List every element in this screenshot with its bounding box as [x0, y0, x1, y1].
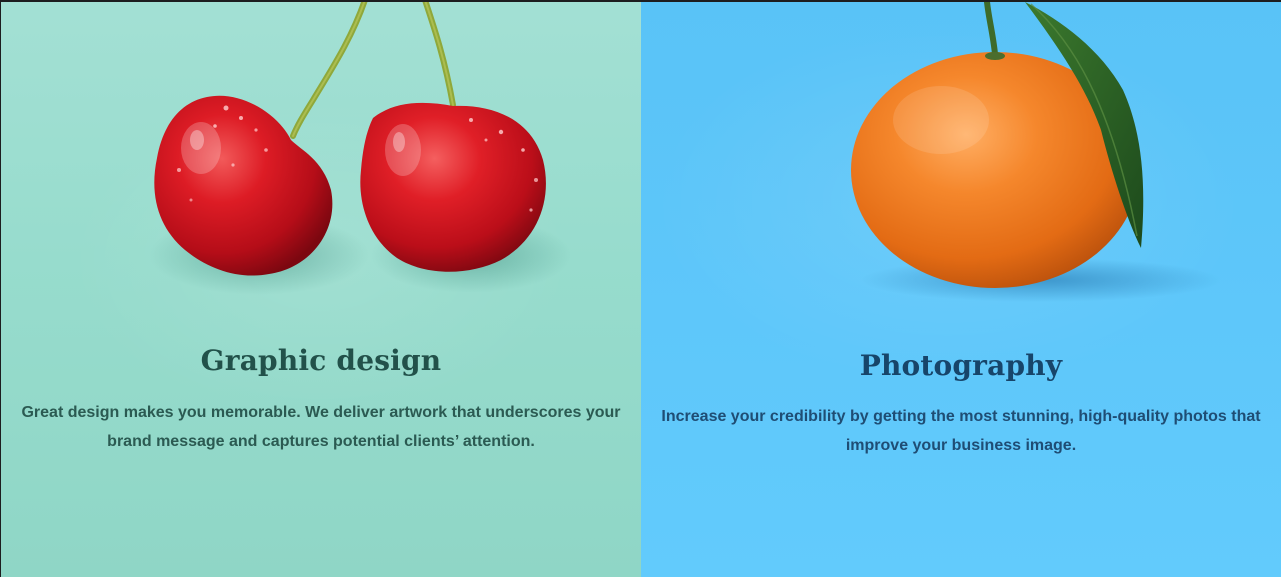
- service-description: Great design makes you memorable. We del…: [21, 404, 621, 450]
- cherries-image: [149, 0, 571, 295]
- service-title: Graphic design: [200, 344, 442, 377]
- service-title: Photography: [859, 349, 1063, 382]
- services-section: Graphic design Great design makes you me…: [0, 0, 1281, 577]
- service-card-graphic-design[interactable]: Graphic design Great design makes you me…: [1, 0, 641, 577]
- service-description: Increase your credibility by getting the…: [661, 408, 1261, 454]
- service-card-photography[interactable]: Photography Increase your credibility by…: [641, 0, 1281, 577]
- top-divider: [0, 0, 1281, 2]
- orange-image: [851, 0, 1221, 302]
